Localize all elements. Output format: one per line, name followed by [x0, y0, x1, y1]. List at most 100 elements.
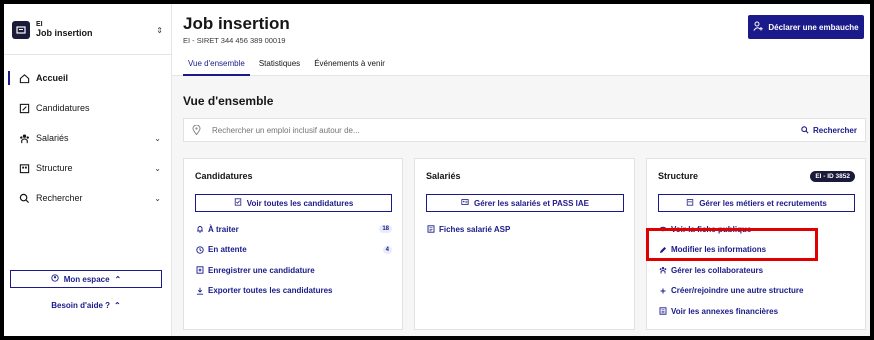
sidebar-item-label: Candidatures [36, 103, 90, 113]
link-label: Enregistrer une candidature [208, 265, 315, 275]
job-search-input[interactable] [212, 125, 801, 135]
search-button[interactable]: Rechercher [801, 126, 857, 135]
search-icon [18, 192, 30, 204]
search-button-label: Rechercher [812, 125, 857, 135]
tab-bar: Vue d'ensemble Statistiques Événements à… [183, 54, 394, 76]
card-links: Fiches salarié ASP [426, 219, 624, 240]
tab-statistics[interactable]: Statistiques [254, 54, 305, 76]
link-en-attente[interactable]: En attente 4 [195, 240, 392, 261]
sidebar-item-rechercher[interactable]: Rechercher ⌄ [4, 183, 171, 213]
clock-icon [195, 245, 204, 254]
button-label: Voir toutes les candidatures [246, 198, 354, 208]
link-asp-sheets[interactable]: Fiches salarié ASP [426, 219, 624, 240]
link-label: Voir les annexes financières [671, 306, 779, 316]
link-export-applications[interactable]: Exporter toutes les candidatures [195, 281, 392, 302]
my-space-button[interactable]: Mon espace ⌃ [10, 270, 162, 288]
view-all-applications-button[interactable]: Voir toutes les candidatures [195, 194, 392, 212]
my-space-label: Mon espace [63, 274, 110, 284]
link-label: Gérer les collaborateurs [671, 265, 764, 275]
sidebar-item-salaries[interactable]: Salariés ⌄ [4, 123, 171, 153]
org-name: Job insertion [36, 27, 93, 38]
sidebar-item-label: Salariés [36, 133, 69, 143]
tab-overview[interactable]: Vue d'ensemble [183, 54, 250, 76]
declare-hire-label: Déclarer une embauche [768, 22, 859, 32]
link-label: À traiter [208, 224, 239, 234]
home-icon [18, 72, 30, 84]
card-structure: Structure EI - ID 3852 Gérer les métiers… [646, 158, 866, 330]
card-links: Voir la fiche publique Modifier les info… [658, 219, 855, 322]
link-edit-information[interactable]: Modifier les informations [658, 240, 855, 261]
edit-box-icon [18, 102, 30, 114]
sidebar-item-structure[interactable]: Structure ⌄ [4, 153, 171, 183]
file-text-icon [658, 307, 667, 316]
link-create-join-structure[interactable]: Créer/rejoindre une autre structure [658, 281, 855, 302]
sidebar-divider [4, 54, 171, 55]
expand-collapse-icon[interactable]: ⇕ [156, 26, 163, 35]
sidebar-nav: Accueil Candidatures Salariés ⌄ Structur… [4, 63, 171, 213]
card-links: À traiter 18 En attente 4 Enregistrer un… [195, 219, 392, 301]
team-icon [18, 132, 30, 144]
sidebar-item-candidatures[interactable]: Candidatures [4, 93, 171, 123]
org-logo-icon [12, 21, 30, 39]
job-search-bar: Rechercher [183, 118, 866, 142]
card-title: Structure [658, 171, 699, 181]
help-label: Besoin d'aide ? [51, 300, 111, 310]
file-add-icon [195, 266, 204, 275]
card-title: Candidatures [195, 171, 253, 181]
chevron-down-icon: ⌄ [154, 163, 161, 173]
bell-icon [195, 225, 204, 234]
link-a-traiter[interactable]: À traiter 18 [195, 219, 392, 240]
manage-jobs-button[interactable]: Gérer les métiers et recrutements [658, 194, 855, 212]
team-icon [658, 266, 667, 275]
chevron-down-icon: ⌄ [154, 193, 161, 203]
sidebar-item-label: Accueil [36, 73, 69, 83]
user-add-icon [753, 21, 764, 33]
sidebar-item-label: Rechercher [36, 193, 83, 203]
page-header: Job insertion EI - SIRET 344 456 389 000… [172, 4, 870, 76]
card-salaries: Salariés Gérer les salariés et PASS IAE … [414, 158, 635, 330]
link-save-application[interactable]: Enregistrer une candidature [195, 260, 392, 281]
sidebar: EI Job insertion ⇕ Accueil Candidatures [4, 4, 172, 336]
link-label: En attente [208, 245, 247, 255]
link-public-profile[interactable]: Voir la fiche publique [658, 219, 855, 240]
building-icon [18, 162, 30, 174]
id-card-icon [461, 198, 469, 208]
count-badge: 18 [379, 225, 392, 234]
plus-icon [658, 286, 667, 295]
count-badge: 4 [382, 245, 392, 254]
tab-events[interactable]: Événements à venir [309, 54, 390, 76]
button-label: Gérer les salariés et PASS IAE [473, 198, 590, 208]
sidebar-item-label: Structure [36, 163, 73, 173]
siret-subtitle: EI - SIRET 344 456 389 00019 [183, 36, 286, 45]
file-list-icon [426, 225, 435, 234]
link-label: Exporter toutes les candidatures [208, 286, 333, 296]
eye-icon [658, 225, 667, 234]
sidebar-item-accueil[interactable]: Accueil [4, 63, 171, 93]
link-label: Voir la fiche publique [671, 224, 752, 234]
app-frame: EI Job insertion ⇕ Accueil Candidatures [4, 4, 870, 336]
main-content: Vue d'ensemble Rechercher Candidatures V… [172, 76, 870, 336]
chevron-up-icon: ⌃ [114, 300, 121, 310]
manage-employees-button[interactable]: Gérer les salariés et PASS IAE [426, 194, 624, 212]
download-icon [195, 286, 204, 295]
org-switcher[interactable]: EI Job insertion ⇕ [4, 8, 171, 52]
link-financial-annexes[interactable]: Voir les annexes financières [658, 301, 855, 322]
org-text: EI Job insertion [36, 21, 156, 39]
card-candidatures: Candidatures Voir toutes les candidature… [183, 158, 403, 330]
cards-row: Candidatures Voir toutes les candidature… [183, 158, 866, 336]
page-title: Job insertion [183, 14, 290, 33]
user-circle-icon [51, 274, 59, 284]
chevron-up-icon: ⌃ [114, 274, 122, 284]
pencil-icon [658, 245, 667, 254]
building-icon [686, 198, 694, 208]
link-manage-collaborators[interactable]: Gérer les collaborateurs [658, 260, 855, 281]
file-check-icon [234, 198, 242, 208]
declare-hire-button[interactable]: Déclarer une embauche [748, 15, 864, 39]
help-button[interactable]: Besoin d'aide ? ⌃ [10, 298, 162, 312]
search-icon [801, 126, 809, 134]
structure-id-badge: EI - ID 3852 [810, 171, 855, 182]
card-title: Salariés [426, 171, 461, 181]
link-label: Fiches salarié ASP [439, 224, 511, 234]
chevron-down-icon: ⌄ [154, 133, 161, 143]
link-label: Créer/rejoindre une autre structure [671, 286, 804, 296]
